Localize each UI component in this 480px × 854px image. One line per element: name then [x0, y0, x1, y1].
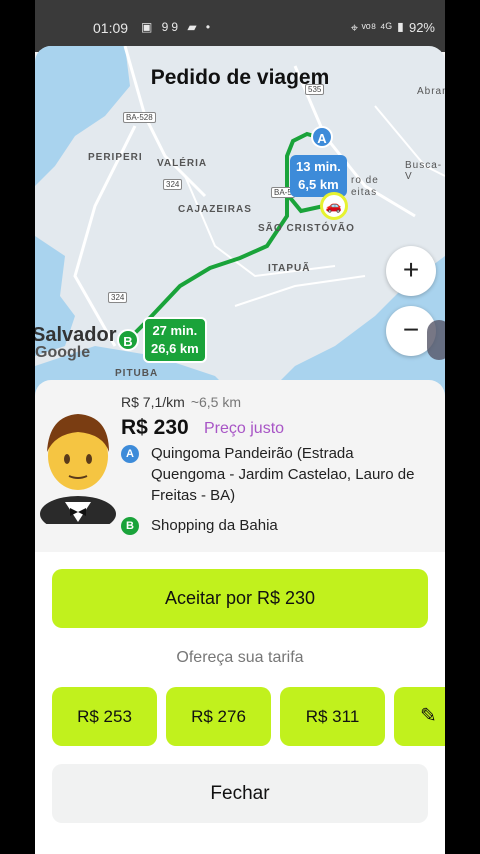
map-label: VALÉRIA	[157, 158, 208, 169]
status-bar: 01:09 ▣ 99 ▰ • ⌖ ᵛᵒ⁸ ⁴ᴳ ▮ 92%	[35, 0, 445, 52]
fair-price-label: Preço justo	[204, 420, 285, 437]
ride-price: R$ 230	[121, 416, 189, 439]
accept-button[interactable]: Aceitar por R$ 230	[52, 569, 428, 628]
fare-option-button[interactable]: R$ 253	[52, 687, 157, 746]
trip-eta-distance: 26,6 km	[151, 341, 199, 356]
map-label: ro de	[351, 175, 379, 186]
destination-marker-icon: B	[121, 517, 139, 535]
pickup-address-text: Quingoma Pandeirão (Estrada Quengoma - J…	[151, 445, 415, 504]
map-label: SÃO CRISTÓVÃO	[258, 223, 355, 234]
car-icon: 🚗	[320, 192, 348, 220]
trip-eta-time: 27 min.	[152, 323, 198, 338]
status-time: 01:09	[93, 20, 129, 36]
edit-fare-button[interactable]: ✎	[394, 687, 445, 746]
status-right-icons: ⌖ ᵛᵒ⁸ ⁴ᴳ ▮ 92%	[350, 20, 435, 35]
map-label: CAJAZEIRAS	[178, 204, 252, 215]
trip-distance: ~6,5 km	[190, 394, 242, 410]
action-panel: Aceitar por R$ 230 Ofereça sua tarifa R$…	[35, 552, 445, 854]
offer-fare-label: Ofereça sua tarifa	[176, 649, 304, 666]
road-shield: 535	[305, 84, 325, 95]
pickup-pin[interactable]: A	[311, 126, 333, 148]
road-shield: 324	[108, 292, 128, 303]
zoom-in-button[interactable]: +	[386, 246, 436, 296]
rate-line: R$ 7,1/km ~6,5 km	[121, 394, 241, 410]
map-label: PERIPERI	[88, 152, 143, 163]
map-label: eitas	[351, 187, 378, 198]
rate-per-km: R$ 7,1/km	[121, 394, 185, 410]
map-view[interactable]: Pedido de viagem PERIPERI VALÉRIA CAJAZE…	[35, 46, 445, 396]
map-label: PITUBA	[115, 368, 159, 379]
pickup-eta-tag: 13 min. 6,5 km	[290, 155, 347, 197]
fare-option-button[interactable]: R$ 276	[166, 687, 271, 746]
avatar	[40, 414, 116, 524]
pickup-address: A Quingoma Pandeirão (Estrada Quengoma -…	[121, 443, 421, 506]
close-button[interactable]: Fechar	[52, 764, 428, 823]
map-label: Busca-V	[405, 160, 443, 182]
pickup-eta-time: 13 min.	[296, 159, 341, 174]
road-shield: 324	[163, 179, 183, 190]
screen: 01:09 ▣ 99 ▰ • ⌖ ᵛᵒ⁸ ⁴ᴳ ▮ 92% Pedido de …	[35, 0, 445, 854]
page-title: Pedido de viagem	[150, 66, 330, 89]
ride-info-panel: R$ 7,1/km ~6,5 km R$ 230 Preço justo A Qu…	[35, 380, 445, 555]
notification-icons: ▣ 99 ▰ •	[141, 20, 214, 34]
pickup-marker-icon: A	[121, 445, 139, 463]
map-label: ITAPUÃ	[268, 263, 311, 274]
destination-address: B Shopping da Bahia	[121, 515, 421, 536]
trip-eta-tag: 27 min. 26,6 km	[143, 317, 207, 363]
road-shield: BA-528	[123, 112, 156, 123]
google-logo: Google	[35, 344, 91, 361]
map-label: Abran	[417, 86, 445, 97]
floating-bubble[interactable]	[427, 320, 445, 360]
destination-address-text: Shopping da Bahia	[151, 517, 278, 534]
destination-pin[interactable]: B	[117, 329, 139, 351]
fare-option-button[interactable]: R$ 311	[280, 687, 385, 746]
pencil-icon: ✎	[420, 705, 437, 727]
